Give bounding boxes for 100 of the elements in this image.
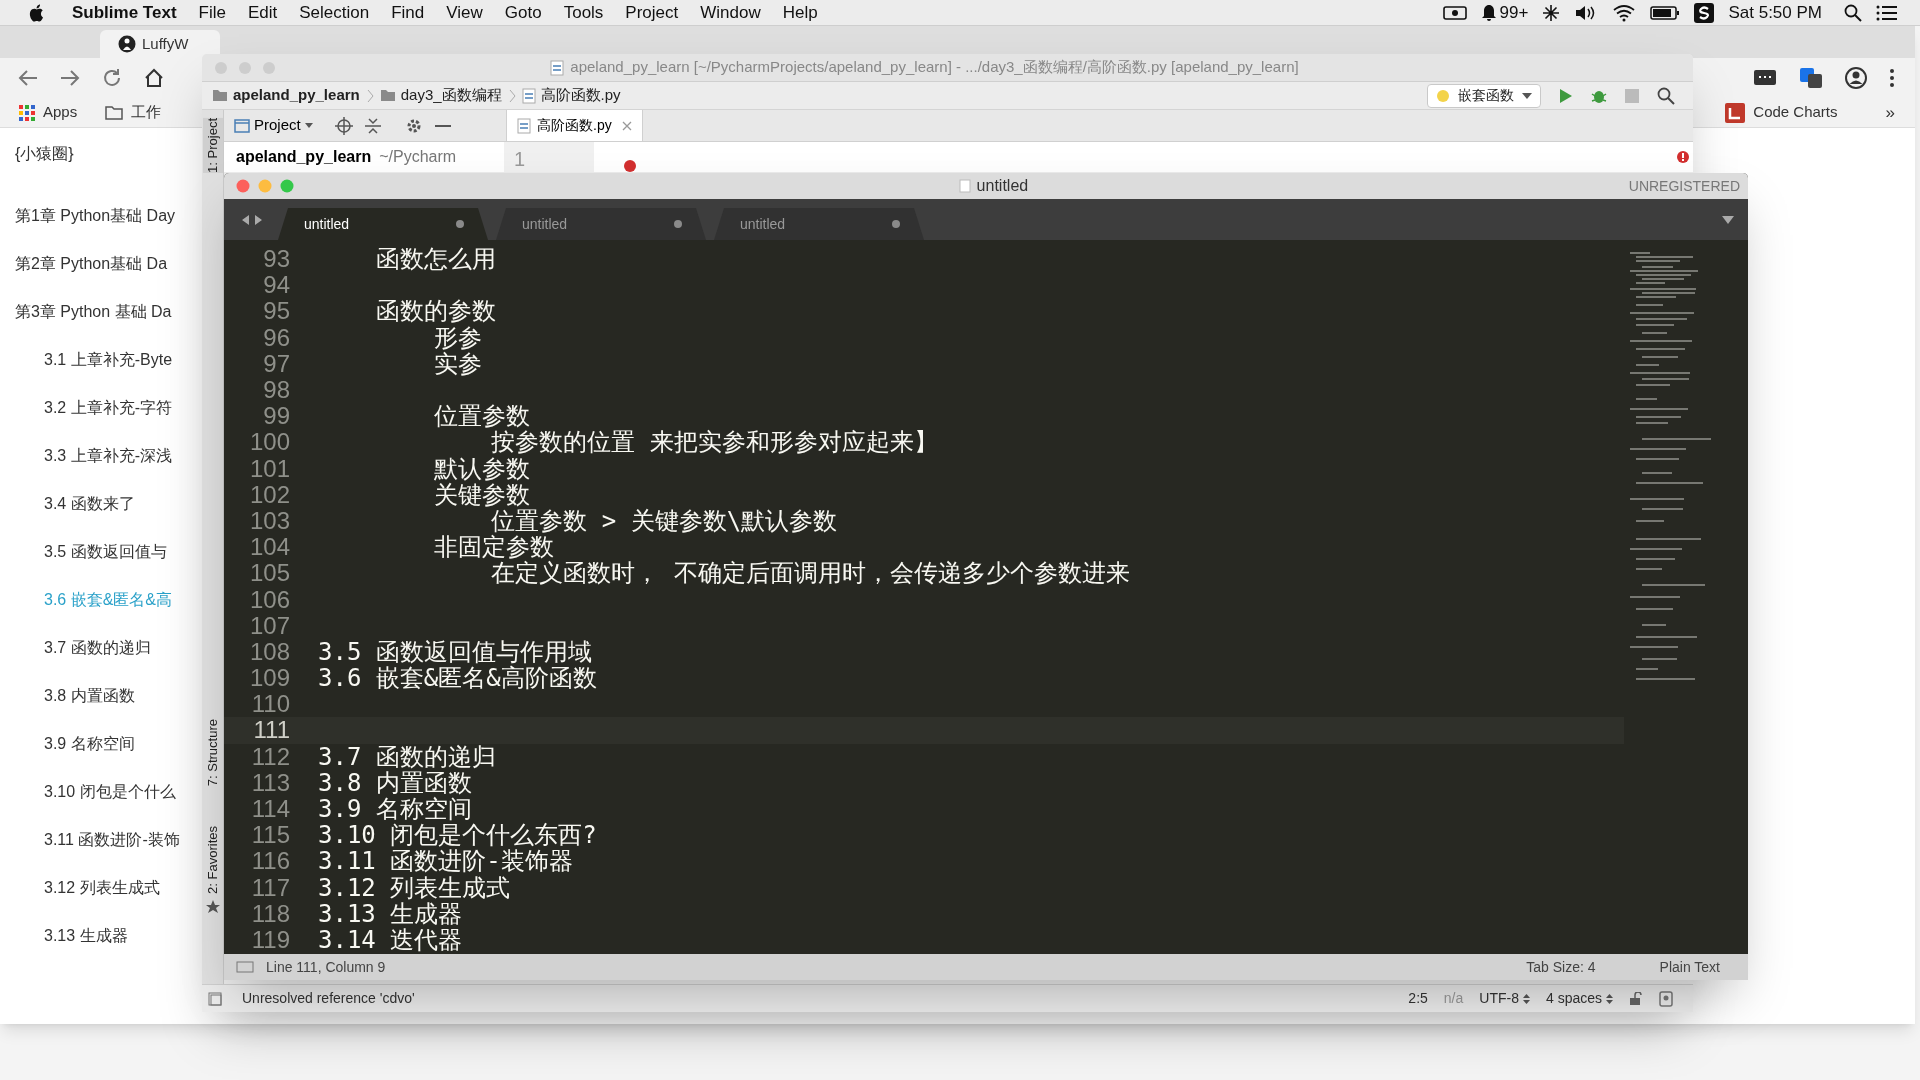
close-icon[interactable] bbox=[621, 120, 632, 131]
run-icon[interactable] bbox=[1559, 87, 1573, 104]
window-title: apeland_py_learn [~/PycharmProjects/apeland_py_learn] - .../day3_函数编程/高阶函数.py [apeland_py_learn] bbox=[570, 57, 1299, 78]
home-icon[interactable] bbox=[144, 68, 164, 88]
code-line: 关键参数 bbox=[432, 482, 530, 507]
course-nav-item[interactable]: 3.13 生成器 bbox=[15, 912, 202, 960]
list-icon[interactable] bbox=[1876, 3, 1898, 22]
panel-toggle-icon[interactable] bbox=[208, 991, 222, 1006]
account-icon[interactable] bbox=[1845, 67, 1867, 89]
project-view-dropdown[interactable]: Project bbox=[234, 114, 313, 137]
menu-item[interactable]: Find bbox=[391, 0, 425, 26]
course-nav-item[interactable]: 3.12 列表生成式 bbox=[15, 864, 202, 912]
code-line: 按参数的位置 来把实参和形参对应起来】 bbox=[490, 430, 938, 455]
course-nav-item[interactable]: 第2章 Python基础 Da bbox=[15, 240, 202, 288]
editor-tab[interactable]: untitled bbox=[278, 208, 488, 240]
breadcrumb-item[interactable]: 高阶函数.py bbox=[521, 84, 621, 107]
cursor-position: Line 111, Column 9 bbox=[266, 957, 386, 977]
editor-tab[interactable]: untitled bbox=[714, 208, 924, 240]
course-nav-item[interactable]: 3.3 上章补充-深浅 bbox=[15, 432, 202, 480]
back-icon[interactable] bbox=[18, 69, 38, 87]
forward-icon[interactable] bbox=[60, 69, 80, 87]
line-number: 101 bbox=[248, 456, 290, 481]
code-line: 位置参数 > 关键参数\默认参数 bbox=[491, 508, 838, 533]
reload-icon[interactable] bbox=[102, 68, 122, 88]
course-nav-item[interactable]: 3.9 名称空间 bbox=[15, 720, 202, 768]
line-number: 97 bbox=[262, 351, 290, 376]
battery-icon[interactable] bbox=[1650, 4, 1681, 21]
menu-item[interactable]: Tools bbox=[563, 0, 604, 26]
chat-extension-icon[interactable] bbox=[1753, 68, 1777, 88]
caret-icon[interactable] bbox=[1722, 215, 1734, 224]
screen-record-icon[interactable] bbox=[1442, 4, 1467, 21]
app-name-menu[interactable]: Sublime Text bbox=[72, 0, 177, 26]
notification-count: 99+ bbox=[1499, 1, 1529, 24]
console-toggle-icon[interactable] bbox=[236, 961, 254, 973]
code-line: 函数怎么用 bbox=[374, 247, 496, 272]
code-line: 3.11 函数进阶-装饰器 bbox=[318, 849, 573, 874]
menu-item[interactable]: File bbox=[198, 0, 226, 26]
course-nav-item[interactable]: 3.4 函数来了 bbox=[15, 480, 202, 528]
syntax-setting[interactable]: Plain Text bbox=[1659, 956, 1720, 978]
menu-item[interactable]: Edit bbox=[247, 0, 278, 26]
course-nav-item[interactable]: 3.5 函数返回值与 bbox=[15, 528, 202, 576]
course-nav-item[interactable]: 3.2 上章补充-字符 bbox=[15, 384, 202, 432]
line-number: 99 bbox=[262, 404, 290, 429]
line-number: 115 bbox=[250, 823, 290, 848]
breadcrumb-item[interactable]: day3_函数编程 bbox=[379, 84, 502, 107]
caret-position[interactable]: 2:5 bbox=[1408, 988, 1428, 1009]
more-menu-icon[interactable] bbox=[1889, 68, 1895, 88]
more-bookmarks-button[interactable]: » bbox=[1885, 99, 1895, 126]
browser-tab[interactable]: LuffyW bbox=[100, 30, 220, 58]
code-line: 3.10 闭包是个什么东西? bbox=[318, 823, 597, 848]
search-icon[interactable] bbox=[1657, 86, 1675, 105]
menu-item[interactable]: Window bbox=[700, 0, 761, 26]
star-icon[interactable] bbox=[205, 900, 220, 915]
line-number: 104 bbox=[248, 535, 290, 560]
line-number: 96 bbox=[262, 325, 290, 350]
lock-icon[interactable] bbox=[1629, 991, 1643, 1006]
encoding-dropdown[interactable]: UTF-8 bbox=[1479, 988, 1530, 1009]
menu-item[interactable]: Project bbox=[625, 0, 679, 26]
code-line: 3.9 名称空间 bbox=[318, 797, 472, 822]
menu-item[interactable]: Selection bbox=[299, 0, 370, 26]
code-charts-bookmark[interactable]: Code Charts bbox=[1725, 101, 1838, 124]
tab-nav-arrows-icon[interactable] bbox=[240, 213, 264, 226]
project-root-name[interactable]: apeland_py_learn bbox=[236, 145, 372, 169]
tool-window-tab[interactable]: 7: Structure bbox=[202, 718, 223, 787]
sparkle-icon[interactable] bbox=[1542, 3, 1561, 22]
folder-icon bbox=[212, 89, 228, 102]
code-line: 3.13 生成器 bbox=[318, 901, 463, 926]
status-message: Unresolved reference 'cdvo' bbox=[242, 989, 415, 1008]
menu-item[interactable]: Goto bbox=[504, 0, 542, 26]
editor-tab[interactable]: 高阶函数.py bbox=[506, 110, 643, 141]
collapse-icon[interactable] bbox=[364, 116, 381, 135]
target-icon[interactable] bbox=[334, 116, 353, 135]
tool-window-tab[interactable]: 2: Favorites bbox=[202, 826, 223, 895]
menu-item[interactable]: Help bbox=[782, 0, 818, 26]
wifi-icon[interactable] bbox=[1612, 3, 1637, 22]
editor-tab[interactable]: untitled bbox=[496, 208, 706, 240]
clock[interactable]: Sat 5:50 PM bbox=[1728, 0, 1822, 26]
course-nav-item[interactable]: 3.8 内置函数 bbox=[15, 672, 202, 720]
indent-dropdown[interactable]: 4 spaces bbox=[1545, 988, 1613, 1009]
run-config-dropdown[interactable]: 嵌套函数 bbox=[1427, 83, 1541, 108]
bell-icon[interactable] bbox=[1480, 3, 1497, 22]
course-nav-item[interactable]: 第1章 Python基础 Day bbox=[15, 192, 202, 240]
line-number: 112 bbox=[250, 744, 290, 769]
course-nav-item[interactable]: 3.10 闭包是个什么 bbox=[15, 768, 202, 816]
code-line: 形参 bbox=[432, 325, 482, 350]
course-nav-item[interactable]: 第3章 Python 基础 Da bbox=[15, 288, 202, 336]
course-nav-item[interactable]: 3.7 函数的递归 bbox=[15, 624, 202, 672]
tool-window-tab[interactable]: 1: Project bbox=[202, 118, 223, 173]
breadcrumb-item[interactable]: apeland_py_learn bbox=[212, 84, 360, 107]
menu-item[interactable]: View bbox=[446, 0, 483, 26]
folder-bookmark[interactable]: 工作 bbox=[103, 101, 164, 124]
tab-size-setting[interactable]: Tab Size: 4 bbox=[1526, 956, 1596, 978]
course-nav-item[interactable]: 3.1 上章补充-Byte bbox=[15, 336, 202, 384]
site-logo-icon bbox=[118, 35, 136, 53]
apps-bookmark[interactable]: Apps bbox=[17, 101, 80, 124]
search-icon[interactable] bbox=[1844, 3, 1862, 22]
line-number: 108 bbox=[248, 639, 290, 664]
chevron-right-icon bbox=[365, 88, 374, 103]
course-nav-item[interactable]: 3.11 函数进阶-装饰 bbox=[15, 816, 202, 864]
s-logo-icon[interactable] bbox=[1694, 2, 1715, 23]
